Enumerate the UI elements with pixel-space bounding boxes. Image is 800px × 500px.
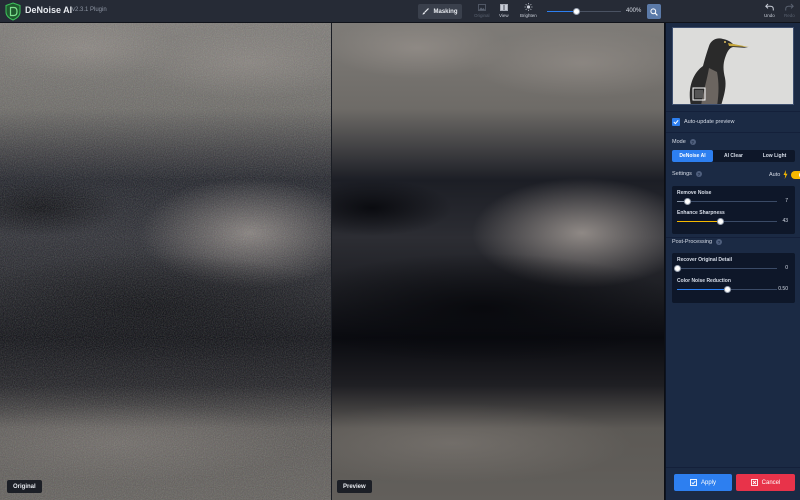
preview-image	[332, 23, 664, 500]
enhance-sharpness-slider[interactable]	[677, 218, 777, 225]
apply-icon	[690, 479, 697, 486]
original-tool-button[interactable]: Original	[474, 3, 490, 18]
brush-icon	[422, 8, 430, 15]
help-icon[interactable]: ?	[689, 139, 696, 145]
mode-ai-clear[interactable]: AI Clear	[713, 150, 754, 162]
app-logo-icon	[5, 2, 21, 21]
split-view-icon	[499, 3, 508, 11]
undo-icon	[764, 3, 774, 11]
settings-sliders-box: Remove Noise 7 Enhance Sharpness 43	[672, 186, 795, 234]
top-toolbar: DeNoise AI v2.3.1 Plugin Masking Origina…	[0, 0, 800, 23]
auto-update-label: Auto-update preview	[684, 119, 735, 125]
masking-label: Masking	[433, 8, 458, 15]
mode-section-title: Mode ?	[672, 139, 696, 145]
zoom-slider-knob[interactable]	[573, 8, 581, 15]
post-processing-section-title: Post-Processing ?	[672, 239, 723, 245]
apply-button[interactable]: Apply	[674, 474, 732, 491]
bird-thumbnail-image	[673, 28, 793, 104]
auto-update-checkbox[interactable]	[672, 118, 680, 126]
apply-label: Apply	[700, 479, 716, 486]
enhance-sharpness-value: 43	[782, 218, 788, 224]
color-noise-reduction-slider[interactable]	[677, 286, 777, 293]
remove-noise-knob[interactable]	[683, 198, 691, 205]
lightning-icon	[783, 170, 788, 179]
mode-denoise-ai[interactable]: DeNoise AI	[672, 150, 713, 162]
recover-detail-slider[interactable]	[673, 265, 777, 272]
cancel-button[interactable]: Cancel	[736, 474, 795, 491]
undo-label: Undo	[764, 13, 775, 18]
settings-title: Settings	[672, 171, 692, 177]
panel-separator	[666, 132, 800, 133]
view-tool-button[interactable]: View	[499, 3, 509, 18]
mode-title: Mode	[672, 139, 686, 145]
masking-button[interactable]: Masking	[418, 4, 462, 19]
settings-panel: Auto-update preview Mode ? DeNoise AI AI…	[665, 23, 800, 500]
enhance-sharpness-fill	[677, 221, 720, 222]
view-tool-label: View	[499, 13, 509, 18]
redo-icon	[785, 3, 794, 11]
original-label: Original	[7, 480, 42, 493]
mode-selector: DeNoise AI AI Clear Low Light	[672, 150, 795, 162]
original-tool-label: Original	[474, 13, 490, 18]
enhance-sharpness-label: Enhance Sharpness	[677, 210, 725, 216]
search-icon	[650, 7, 658, 16]
app-title: DeNoise AI	[25, 5, 73, 15]
zoom-value: 400%	[626, 8, 642, 14]
close-icon	[750, 479, 758, 486]
mode-low-light[interactable]: Low Light	[754, 150, 795, 162]
brighten-tool-button[interactable]: Brighten	[520, 3, 537, 18]
undo-button[interactable]: Undo	[764, 3, 775, 18]
recover-detail-value: 0	[785, 265, 788, 271]
cancel-label: Cancel	[761, 479, 781, 486]
auto-toggle[interactable]	[791, 170, 800, 179]
redo-label: Redo	[784, 13, 795, 18]
auto-label: Auto	[769, 171, 781, 178]
original-image-pane[interactable]: Original	[0, 23, 331, 500]
checkmark-icon	[673, 119, 679, 125]
sun-icon	[524, 3, 533, 11]
panel-separator	[666, 467, 800, 468]
color-noise-reduction-value: 0.50	[778, 286, 788, 292]
original-image	[0, 23, 331, 500]
image-icon	[477, 3, 486, 11]
recover-detail-knob[interactable]	[673, 265, 681, 272]
post-processing-sliders-box: Recover Original Detail 0 Color Noise Re…	[672, 253, 795, 303]
app-version: v2.3.1 Plugin	[72, 7, 107, 13]
color-noise-reduction-knob[interactable]	[723, 286, 731, 293]
enhance-sharpness-knob[interactable]	[716, 218, 724, 225]
action-buttons: Apply Cancel	[666, 469, 800, 499]
recover-detail-label: Recover Original Detail	[677, 257, 733, 263]
zoom-search-button[interactable]	[647, 4, 661, 19]
panel-separator	[666, 237, 800, 238]
denoise-app: DeNoise AI v2.3.1 Plugin Masking Origina…	[0, 0, 800, 500]
settings-section-title: Settings ?	[672, 171, 702, 177]
remove-noise-label: Remove Noise	[677, 190, 712, 196]
preview-label: Preview	[337, 480, 372, 493]
remove-noise-value: 7	[785, 198, 788, 204]
post-processing-title: Post-Processing	[672, 239, 713, 245]
help-icon[interactable]: ?	[695, 171, 702, 177]
panel-separator	[666, 111, 800, 112]
color-noise-reduction-fill	[677, 289, 727, 290]
help-icon[interactable]: ?	[716, 239, 723, 245]
remove-noise-slider[interactable]	[677, 198, 777, 205]
brighten-tool-label: Brighten	[520, 13, 537, 18]
redo-button[interactable]: Redo	[784, 3, 795, 18]
navigator-thumbnail[interactable]	[672, 27, 794, 105]
color-noise-reduction-label: Color Noise Reduction	[677, 278, 731, 284]
auto-update-preview-row[interactable]: Auto-update preview	[672, 118, 734, 126]
zoom-slider[interactable]	[547, 8, 621, 15]
preview-image-pane[interactable]: Preview	[332, 23, 664, 500]
auto-settings-toggle-group: Auto	[769, 170, 800, 179]
